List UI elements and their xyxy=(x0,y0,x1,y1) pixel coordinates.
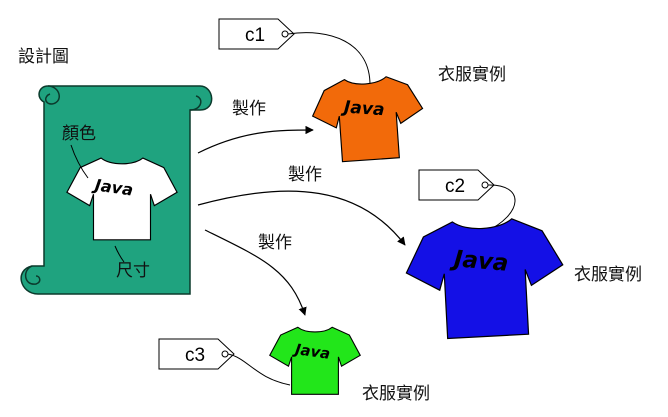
tag-c2-text: c2 xyxy=(445,176,465,197)
tshirt-instance-c2: Java xyxy=(403,215,567,342)
tshirt-instance-c3: Java xyxy=(269,326,361,395)
tag-c1-text: c1 xyxy=(245,25,265,46)
arrow-label-2: 製作 xyxy=(288,165,322,185)
size-label: 尺寸 xyxy=(116,261,150,281)
arrow-label-1: 製作 xyxy=(232,99,266,119)
instance-label-c3: 衣服實例 xyxy=(362,384,430,404)
tag-c1: c1 xyxy=(218,18,295,50)
instance-label-c2: 衣服實例 xyxy=(574,265,642,285)
tag-c2: c2 xyxy=(418,169,495,201)
c1-shirt-text: Java xyxy=(340,97,385,120)
blueprint-title: 設計圖 xyxy=(18,47,69,67)
arrow-to-c1 xyxy=(197,125,314,154)
tag-c3-text: c3 xyxy=(185,345,205,366)
instance-label-c1: 衣服實例 xyxy=(438,65,506,85)
c2-shirt-text: Java xyxy=(449,246,509,277)
tshirt-instance-c1: Java xyxy=(309,73,427,165)
arrow-label-3: 製作 xyxy=(258,233,292,253)
tag-c3: c3 xyxy=(158,338,235,370)
arrow-to-c2 xyxy=(197,190,406,246)
class-instance-diagram: 設計圖 Java 顏色 尺寸 製作 製作 製作 c1 Java 衣服實例 c2 xyxy=(18,18,642,404)
color-label: 顏色 xyxy=(62,124,96,144)
